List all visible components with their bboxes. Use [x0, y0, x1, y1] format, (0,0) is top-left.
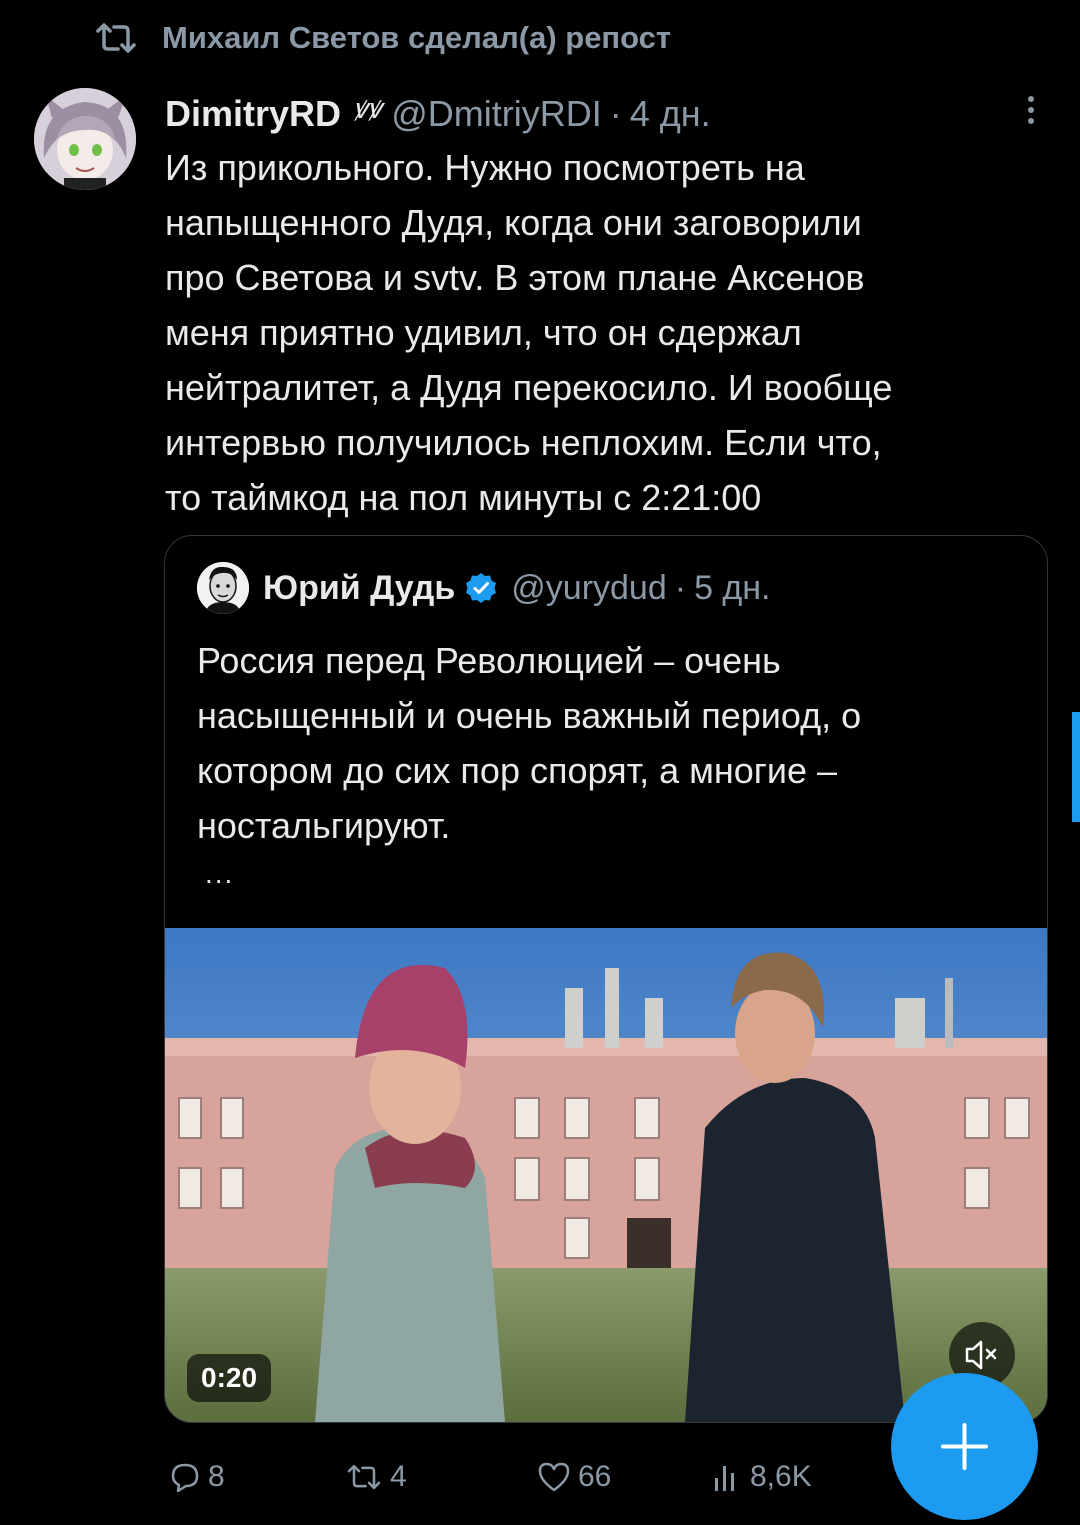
- tweet-text-line: то таймкод на пол минуты с 2:21:00: [165, 477, 762, 518]
- plus-icon: [941, 1423, 988, 1470]
- author-handle[interactable]: @DmitriyRDI: [391, 93, 602, 135]
- video-duration: 0:20: [187, 1354, 272, 1402]
- repost-icon: [347, 1464, 381, 1490]
- repost-count: 4: [390, 1460, 407, 1493]
- quoted-tweet-text: Россия перед Революцией – очень насыщенн…: [197, 633, 1017, 853]
- repost-header[interactable]: Михаил Светов сделал(а) репост: [92, 18, 671, 58]
- more-options-icon[interactable]: [1024, 92, 1038, 132]
- tweet-text-line: интервью получилось неплохим. Если что,: [165, 422, 882, 463]
- quoted-author-handle: @yurydud: [511, 568, 667, 607]
- tweet-text-line: Из прикольного. Нужно посмотреть на: [165, 147, 805, 188]
- quoted-author-name: Юрий Дудь: [263, 568, 456, 607]
- like-count: 66: [578, 1460, 612, 1493]
- heart-icon: [538, 1462, 570, 1492]
- tweet-header: DimitryRD ꝟꝟ @DmitriyRDI · 4 дн.: [165, 86, 1040, 142]
- compose-button[interactable]: [891, 1373, 1038, 1520]
- repost-icon: [96, 23, 136, 53]
- views-icon: [715, 1466, 734, 1491]
- author-name-emblem: ꝟꝟ: [353, 92, 382, 125]
- video-thumbnail: [165, 928, 1047, 1422]
- separator: ·: [609, 93, 622, 134]
- quoted-text-line: ностальгируют.: [197, 805, 451, 846]
- tweet-text-line: про Светова и svtv. В этом плане Аксенов: [165, 257, 865, 298]
- quoted-tweet-time: 5 дн.: [694, 568, 771, 607]
- tweet-actions: 8 4 66 8,6K: [168, 1452, 868, 1502]
- tweet-text-line: меня приятно удивил, что он сдержал: [165, 312, 802, 353]
- quoted-text-line: котором до сих пор спорят, а многие –: [197, 750, 838, 791]
- quoted-tweet[interactable]: Юрий Дудь @yurydud · 5 дн. Россия перед …: [164, 535, 1048, 1423]
- show-more-ellipsis[interactable]: ...: [205, 858, 234, 890]
- video-player[interactable]: 0:20: [165, 928, 1047, 1422]
- quoted-text-line: Россия перед Революцией – очень: [197, 640, 781, 681]
- tweet-time[interactable]: 4 дн.: [630, 93, 711, 135]
- separator: ·: [674, 568, 687, 607]
- reply-icon: [171, 1463, 199, 1493]
- repost-button[interactable]: 4: [344, 1452, 407, 1502]
- tweet-text-line: нейтралитет, а Дудя перекосило. И вообще: [165, 367, 893, 408]
- repost-label: Михаил Светов сделал(а) репост: [162, 20, 672, 55]
- quoted-author-avatar: [197, 562, 249, 614]
- view-count: 8,6K: [750, 1460, 812, 1493]
- author-avatar[interactable]: [34, 88, 136, 190]
- author-name[interactable]: DimitryRD: [165, 93, 341, 135]
- tweet-text-line: напыщенного Дудя, когда они заговорили: [165, 202, 862, 243]
- views-button[interactable]: 8,6K: [710, 1452, 812, 1502]
- scroll-indicator[interactable]: [1072, 712, 1080, 822]
- quoted-tweet-header: Юрий Дудь @yurydud · 5 дн.: [197, 560, 771, 616]
- reply-button[interactable]: 8: [168, 1452, 225, 1502]
- like-button[interactable]: 66: [536, 1452, 611, 1502]
- verified-badge-icon: [466, 573, 497, 603]
- tweet-text: Из прикольного. Нужно посмотреть на напы…: [165, 140, 1045, 525]
- reply-count: 8: [208, 1460, 225, 1493]
- quoted-text-line: насыщенный и очень важный период, о: [197, 695, 862, 736]
